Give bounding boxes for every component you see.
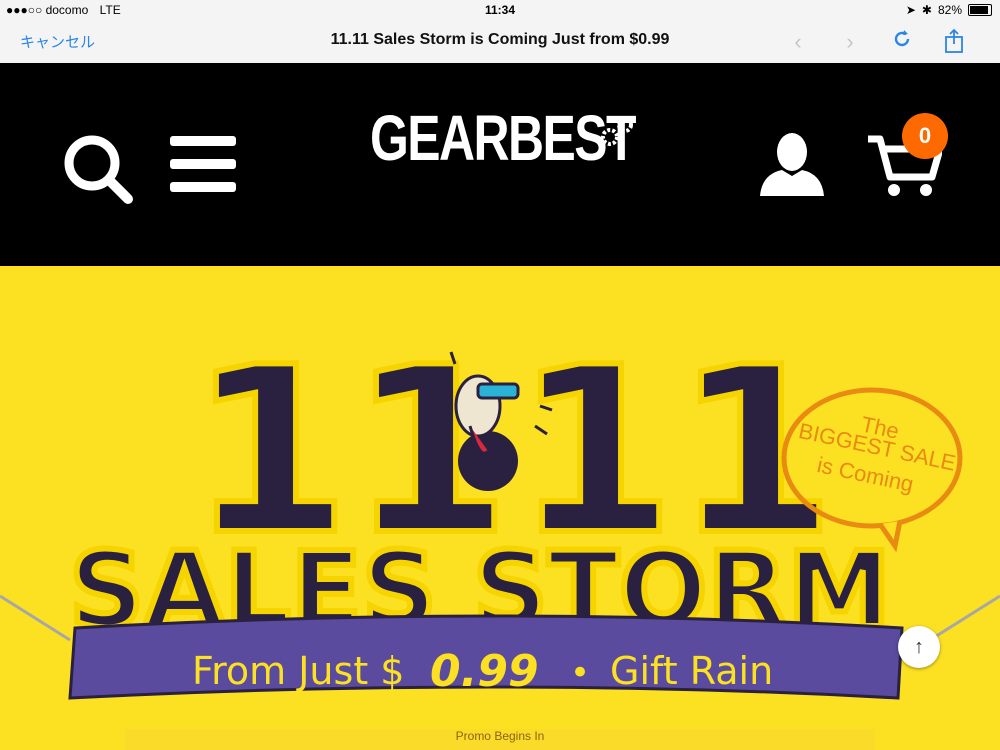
search-icon[interactable] xyxy=(62,133,134,210)
gear-icon xyxy=(600,115,636,154)
ribbon-text-from: From Just $ xyxy=(192,649,404,693)
status-right: ➤ ✱ 82% xyxy=(906,3,992,17)
reload-icon[interactable] xyxy=(888,28,916,56)
bluetooth-icon: ✱ xyxy=(921,3,932,17)
promo-countdown-label: Promo Begins In xyxy=(125,729,875,750)
back-icon[interactable]: ‹ xyxy=(784,28,812,56)
ribbon-text-gift: Gift Rain xyxy=(610,649,773,693)
browser-nav-bar: キャンセル 11.11 Sales Storm is Coming Just f… xyxy=(0,20,1000,64)
location-icon: ➤ xyxy=(905,3,916,17)
forward-icon[interactable]: › xyxy=(836,28,864,56)
battery-percent: 82% xyxy=(937,3,962,17)
ribbon-price: 0.99 xyxy=(430,646,539,697)
clock: 11:34 xyxy=(484,3,516,17)
cart-count-badge: 0 xyxy=(902,113,948,159)
menu-icon[interactable] xyxy=(170,136,236,197)
share-icon[interactable] xyxy=(940,28,968,56)
account-icon[interactable] xyxy=(758,130,826,201)
ribbon-dot: • xyxy=(570,653,590,693)
banner-art: 11 11 The BIGGEST SALE is Coming SALES S… xyxy=(0,316,1000,700)
nav-actions: ‹ › xyxy=(784,28,968,56)
site-header: GEARBEST 0 xyxy=(0,63,1000,266)
arrow-up-icon: ↑ xyxy=(914,636,924,658)
promo-banner[interactable]: 11 11 The BIGGEST SALE is Coming SALES S… xyxy=(0,266,1000,750)
status-bar: ●●●○○ docomo LTE 11:34 ➤ ✱ 82% xyxy=(0,0,1000,20)
battery-icon xyxy=(968,4,992,16)
site-logo[interactable]: GEARBEST xyxy=(370,101,636,175)
scroll-to-top-button[interactable]: ↑ xyxy=(898,626,940,668)
